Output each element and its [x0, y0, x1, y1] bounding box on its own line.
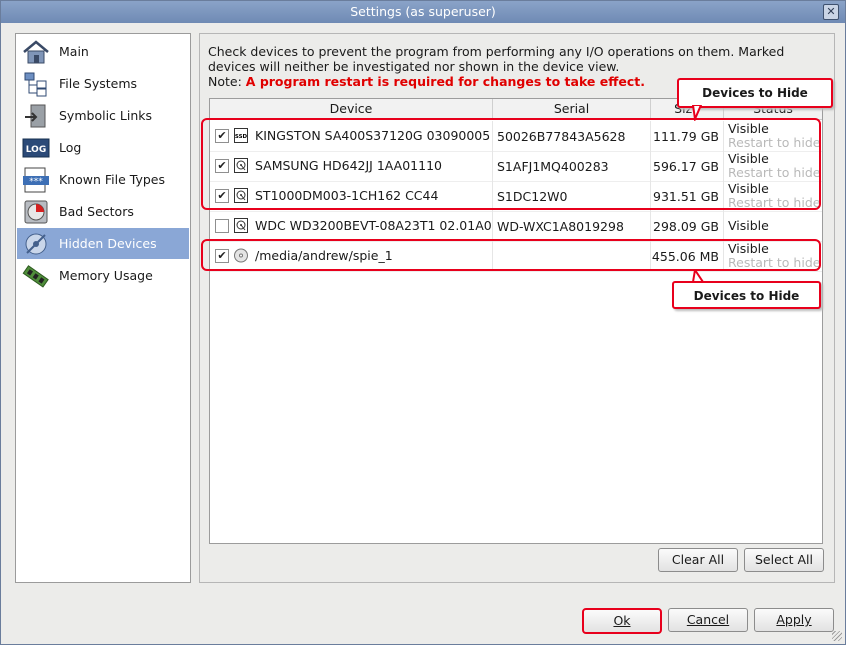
- device-cell: WDC WD3200BEVT-08A23T1 02.01A02: [210, 211, 493, 241]
- size-cell: 298.09 GB: [651, 211, 724, 241]
- resize-grip-icon[interactable]: [832, 631, 842, 641]
- link-door-icon: [21, 103, 51, 129]
- highlight-box-hidden-image: [201, 239, 821, 271]
- status-cell: Visible: [724, 211, 822, 241]
- status-text: Visible: [728, 218, 769, 233]
- tree-icon: [21, 71, 51, 97]
- home-icon: [21, 39, 51, 65]
- sidebar-item-label: Main: [59, 44, 89, 59]
- intro-description: Check devices to prevent the program fro…: [208, 44, 785, 74]
- callout-pointer-icon: [691, 105, 703, 121]
- cancel-label: Cancel: [686, 612, 730, 627]
- svg-text:LOG: LOG: [26, 145, 46, 155]
- sidebar-item-label: Known File Types: [59, 172, 165, 187]
- cancel-button[interactable]: Cancel: [668, 608, 748, 632]
- sidebar-item-file-systems[interactable]: File Systems: [17, 68, 189, 99]
- select-all-button[interactable]: Select All: [744, 548, 824, 572]
- sidebar-item-hidden-devices[interactable]: Hidden Devices: [17, 228, 189, 259]
- settings-window: Settings (as superuser) ✕ Main File Syst…: [0, 0, 846, 645]
- device-name: WDC WD3200BEVT-08A23T1 02.01A02: [255, 218, 493, 233]
- ok-button[interactable]: Ok: [582, 608, 662, 634]
- sidebar-item-label: File Systems: [59, 76, 138, 91]
- callout-devices-to-hide-top: Devices to Hide: [677, 78, 833, 108]
- note-label: Note:: [208, 74, 242, 89]
- window-title: Settings (as superuser): [350, 4, 496, 19]
- hdd-icon: [234, 218, 248, 233]
- column-header-serial[interactable]: Serial: [493, 99, 651, 119]
- apply-label: Apply: [776, 612, 812, 627]
- sidebar-item-label: Symbolic Links: [59, 108, 152, 123]
- svg-text:***: ***: [29, 177, 43, 187]
- close-button[interactable]: ✕: [823, 4, 839, 20]
- sidebar-item-known-file-types[interactable]: *** Known File Types: [17, 164, 189, 195]
- settings-sidebar: Main File Systems Symbolic Links LOG Log…: [15, 33, 191, 583]
- ok-label: Ok: [613, 613, 631, 628]
- memory-icon: [21, 263, 51, 289]
- sidebar-item-main[interactable]: Main: [17, 36, 189, 67]
- log-icon: LOG: [21, 135, 51, 161]
- apply-button[interactable]: Apply: [754, 608, 834, 632]
- bad-sectors-icon: [21, 199, 51, 225]
- table-row[interactable]: WDC WD3200BEVT-08A23T1 02.01A02 WD-WXC1A…: [210, 211, 822, 242]
- title-bar: Settings (as superuser) ✕: [1, 1, 845, 23]
- hidden-devices-icon: [21, 231, 51, 257]
- hide-device-checkbox[interactable]: [215, 219, 229, 233]
- sidebar-item-label: Hidden Devices: [59, 236, 157, 251]
- sidebar-item-symbolic-links[interactable]: Symbolic Links: [17, 100, 189, 131]
- note-warning: A program restart is required for change…: [245, 74, 645, 89]
- callout-pointer-icon: [691, 269, 705, 283]
- callout-devices-to-hide-bottom: Devices to Hide: [672, 281, 821, 309]
- sidebar-item-memory-usage[interactable]: Memory Usage: [17, 260, 189, 291]
- sidebar-item-log[interactable]: LOG Log: [17, 132, 189, 163]
- sidebar-item-label: Log: [59, 140, 82, 155]
- column-header-device[interactable]: Device: [210, 99, 493, 119]
- sidebar-item-label: Memory Usage: [59, 268, 153, 283]
- sidebar-item-bad-sectors[interactable]: Bad Sectors: [17, 196, 189, 227]
- highlight-box-hidden-devices: [201, 118, 821, 210]
- serial-cell: WD-WXC1A8019298: [493, 211, 651, 241]
- file-types-icon: ***: [21, 167, 51, 193]
- clear-all-button[interactable]: Clear All: [658, 548, 738, 572]
- sidebar-item-label: Bad Sectors: [59, 204, 134, 219]
